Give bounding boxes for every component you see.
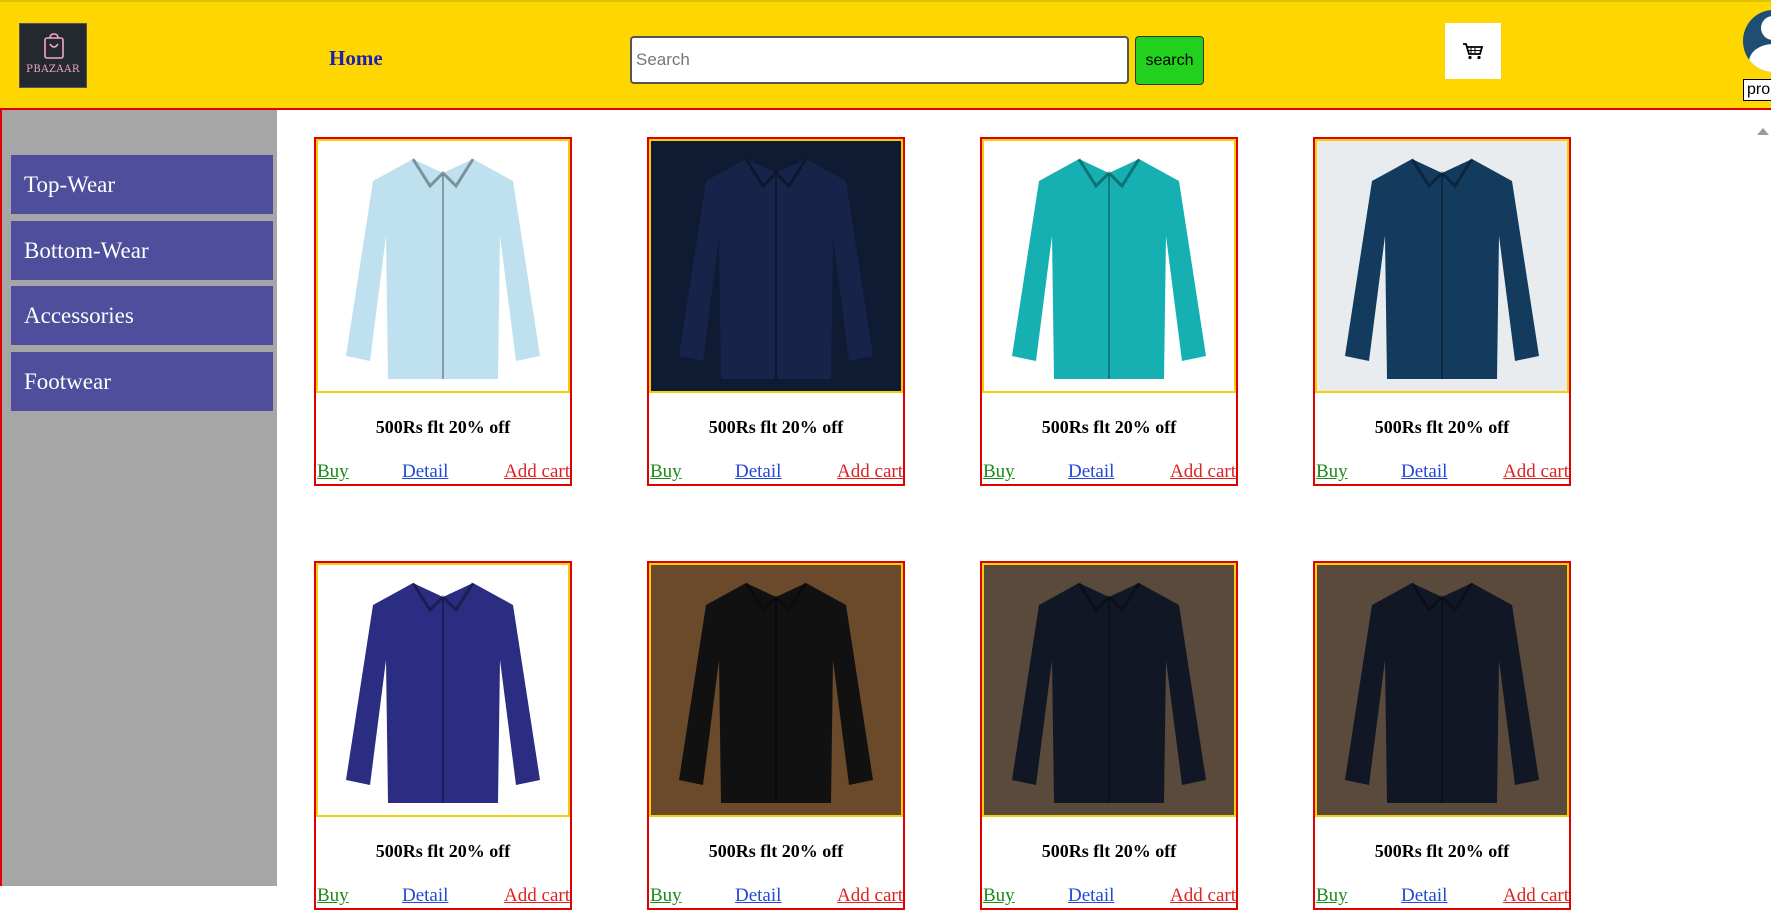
product-image[interactable] [316, 139, 570, 393]
product-card: 500Rs flt 20% off Buy Detail Add cart [1313, 137, 1571, 486]
product-image[interactable] [649, 563, 903, 817]
logo-text: PBAZAAR [26, 64, 80, 75]
product-image[interactable] [1315, 563, 1569, 817]
sidebar-item-top-wear[interactable]: Top-Wear [11, 155, 273, 214]
buy-link[interactable]: Buy [317, 885, 349, 907]
profile-icon-body [1749, 44, 1771, 72]
add-cart-link[interactable]: Add cart [1170, 885, 1236, 907]
buy-link[interactable]: Buy [983, 885, 1015, 907]
add-cart-link[interactable]: Add cart [1503, 885, 1569, 907]
shirt-image-icon [651, 565, 901, 815]
product-offer-text: 500Rs flt 20% off [375, 841, 511, 861]
cart-icon [1463, 43, 1484, 60]
shirt-image-icon [651, 141, 901, 391]
site-logo[interactable]: PBAZAAR [19, 23, 87, 88]
product-card: 500Rs flt 20% off Buy Detail Add cart [647, 561, 905, 910]
sidebar-item-bottom-wear[interactable]: Bottom-Wear [11, 221, 273, 280]
shirt-image-icon [318, 565, 568, 815]
profile-icon-head [1761, 16, 1771, 40]
add-cart-link[interactable]: Add cart [1503, 461, 1569, 483]
detail-link[interactable]: Detail [735, 885, 781, 907]
search-input[interactable] [630, 36, 1129, 84]
detail-link[interactable]: Detail [1068, 461, 1114, 483]
search-button[interactable]: search [1135, 36, 1204, 85]
category-sidebar: Top-Wear Bottom-Wear Accessories Footwea… [2, 110, 277, 886]
add-cart-link[interactable]: Add cart [837, 885, 903, 907]
shirt-image-icon [1317, 141, 1567, 391]
product-card: 500Rs flt 20% off Buy Detail Add cart [980, 137, 1238, 486]
product-card: 500Rs flt 20% off Buy Detail Add cart [1313, 561, 1571, 910]
product-offer-text: 500Rs flt 20% off [1041, 417, 1177, 437]
top-header: PBAZAAR Home search pro [0, 0, 1771, 108]
product-card: 500Rs flt 20% off Buy Detail Add cart [314, 561, 572, 910]
add-cart-link[interactable]: Add cart [504, 885, 570, 907]
product-image[interactable] [982, 139, 1236, 393]
detail-link[interactable]: Detail [1401, 885, 1447, 907]
nav-home-link[interactable]: Home [329, 46, 383, 71]
profile-select[interactable]: pro [1743, 79, 1771, 101]
detail-link[interactable]: Detail [402, 461, 448, 483]
profile-icon[interactable] [1743, 10, 1771, 72]
shirt-image-icon [318, 141, 568, 391]
add-cart-link[interactable]: Add cart [504, 461, 570, 483]
buy-link[interactable]: Buy [983, 461, 1015, 483]
cart-button[interactable] [1445, 23, 1501, 79]
shirt-image-icon [984, 565, 1234, 815]
product-image[interactable] [1315, 139, 1569, 393]
product-card: 500Rs flt 20% off Buy Detail Add cart [980, 561, 1238, 910]
product-offer-text: 500Rs flt 20% off [375, 417, 511, 437]
detail-link[interactable]: Detail [402, 885, 448, 907]
product-offer-text: 500Rs flt 20% off [708, 841, 844, 861]
buy-link[interactable]: Buy [1316, 885, 1348, 907]
product-offer-text: 500Rs flt 20% off [1041, 841, 1177, 861]
add-cart-link[interactable]: Add cart [1170, 461, 1236, 483]
product-card: 500Rs flt 20% off Buy Detail Add cart [647, 137, 905, 486]
sidebar-item-footwear[interactable]: Footwear [11, 352, 273, 411]
detail-link[interactable]: Detail [1401, 461, 1447, 483]
buy-link[interactable]: Buy [650, 885, 682, 907]
product-image[interactable] [982, 563, 1236, 817]
buy-link[interactable]: Buy [1316, 461, 1348, 483]
product-offer-text: 500Rs flt 20% off [1374, 841, 1510, 861]
product-offer-text: 500Rs flt 20% off [708, 417, 844, 437]
shirt-image-icon [984, 141, 1234, 391]
sidebar-item-accessories[interactable]: Accessories [11, 286, 273, 345]
product-card: 500Rs flt 20% off Buy Detail Add cart [314, 137, 572, 486]
detail-link[interactable]: Detail [1068, 885, 1114, 907]
buy-link[interactable]: Buy [650, 461, 682, 483]
buy-link[interactable]: Buy [317, 461, 349, 483]
detail-link[interactable]: Detail [735, 461, 781, 483]
add-cart-link[interactable]: Add cart [837, 461, 903, 483]
product-offer-text: 500Rs flt 20% off [1374, 417, 1510, 437]
product-image[interactable] [649, 139, 903, 393]
scroll-up-icon[interactable] [1757, 128, 1769, 135]
shirt-image-icon [1317, 565, 1567, 815]
product-image[interactable] [316, 563, 570, 817]
logo-icon [44, 33, 64, 59]
